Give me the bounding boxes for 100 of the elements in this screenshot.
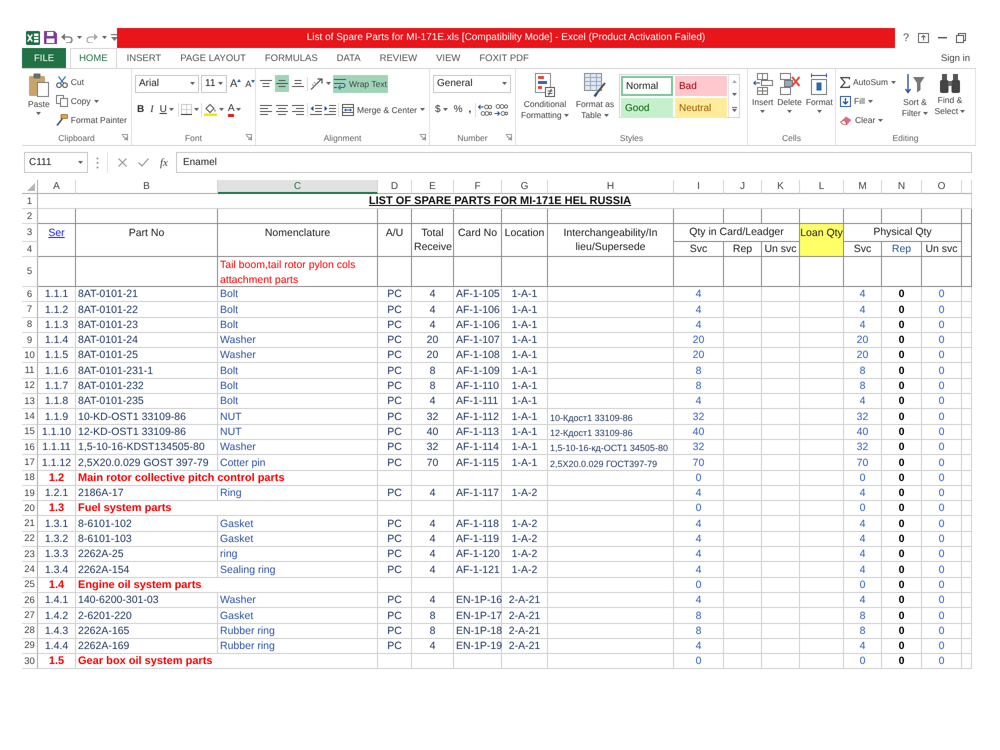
column-header[interactable]: O (922, 180, 962, 194)
file-tab[interactable]: FILE (22, 48, 66, 68)
borders-icon[interactable] (180, 104, 192, 115)
row-header[interactable]: 9 (22, 332, 38, 348)
ribbon-tab[interactable]: INSERT (118, 48, 170, 68)
row-header[interactable]: 30 (22, 654, 38, 670)
row-header[interactable]: 5 (22, 257, 38, 287)
spreadsheet-logo-icon[interactable] (26, 30, 40, 44)
ribbon-tab[interactable]: VIEW (427, 48, 470, 68)
format-as-table-button[interactable]: Format as Table (573, 72, 617, 131)
row-header[interactable]: 27 (22, 608, 38, 624)
sort-filter-button[interactable]: Sort & Filter (898, 72, 931, 131)
formula-field[interactable]: Enamel (176, 152, 972, 173)
row-header[interactable]: 25 (22, 578, 38, 593)
grow-font-button[interactable]: A (229, 78, 242, 90)
fill-color-icon[interactable] (204, 103, 217, 116)
ribbon-tab[interactable]: FORMULAS (256, 48, 327, 68)
column-header[interactable]: H (548, 180, 674, 194)
column-header[interactable]: D (378, 180, 412, 194)
row-header[interactable]: 28 (22, 624, 38, 639)
name-box[interactable]: C111 (24, 152, 88, 173)
row-header[interactable]: 24 (22, 562, 38, 578)
column-header[interactable]: I (674, 180, 724, 194)
autosum-button[interactable]: AutoSum (839, 73, 897, 91)
number-format-field[interactable]: General (433, 74, 511, 92)
row-header[interactable]: 22 (22, 532, 38, 548)
save-icon[interactable] (44, 31, 57, 44)
column-header[interactable]: F (454, 180, 502, 194)
cell-style-button[interactable]: Normal (621, 76, 673, 96)
clear-button[interactable]: Clear (839, 111, 897, 129)
decrease-decimal-icon[interactable] (494, 104, 508, 116)
italic-button[interactable]: I (148, 101, 156, 118)
find-select-button[interactable]: Find & Select (932, 72, 967, 131)
ribbon-tab[interactable]: PAGE LAYOUT (171, 48, 255, 68)
column-header[interactable]: L (800, 180, 844, 194)
row-header[interactable]: 8 (22, 318, 38, 333)
font-size-field[interactable]: 11 (201, 74, 227, 92)
column-header[interactable]: M (844, 180, 882, 194)
sign-in-link[interactable]: Sign in (940, 48, 976, 68)
text-angle-icon[interactable] (310, 78, 324, 90)
column-header[interactable]: N (882, 180, 922, 194)
cell-style-button[interactable]: Good (621, 98, 673, 118)
copy-button[interactable]: Copy (54, 92, 128, 110)
dialog-launcher-icon[interactable] (505, 134, 512, 141)
cell-style-button[interactable]: Neutral (675, 98, 727, 118)
format-button[interactable]: Format (804, 72, 834, 131)
comma-button[interactable]: , (466, 101, 474, 118)
row-header[interactable]: 3 (22, 224, 38, 242)
dialog-launcher-icon[interactable] (419, 134, 426, 141)
row-header[interactable]: 7 (22, 302, 38, 318)
row-header[interactable]: 29 (22, 638, 38, 654)
merge-center-button[interactable]: Merge & Center (341, 100, 426, 118)
percent-button[interactable]: % (452, 101, 464, 118)
more-styles-icon[interactable] (732, 106, 736, 112)
row-header[interactable]: 1 (22, 194, 38, 209)
row-header[interactable]: 6 (22, 287, 38, 302)
row-header[interactable]: 18 (22, 470, 38, 486)
conditional-formatting-button[interactable]: Conditional Formatting (519, 72, 571, 131)
ribbon-display-icon[interactable] (918, 32, 930, 42)
undo-icon[interactable] (61, 32, 73, 42)
insert-button[interactable]: Insert (751, 72, 774, 131)
column-header[interactable]: C (218, 180, 378, 194)
row-header[interactable]: 21 (22, 516, 38, 532)
dialog-launcher-icon[interactable] (121, 134, 128, 141)
row-header[interactable]: 17 (22, 455, 38, 471)
row-header[interactable]: 13 (22, 394, 38, 410)
row-header[interactable]: 19 (22, 486, 38, 502)
format-painter-button[interactable]: Format Painter (54, 111, 128, 129)
ribbon-tab[interactable]: FOXIT PDF (470, 48, 538, 68)
column-header[interactable]: E (412, 180, 454, 194)
row-header[interactable]: 16 (22, 440, 38, 456)
restore-icon[interactable] (956, 32, 966, 42)
row-header[interactable]: 26 (22, 592, 38, 608)
row-header[interactable]: 23 (22, 547, 38, 562)
row-header[interactable]: 15 (22, 424, 38, 440)
cut-button[interactable]: Cut (54, 73, 128, 91)
ribbon-tab[interactable]: REVIEW (370, 48, 426, 68)
fill-button[interactable]: Fill (839, 92, 897, 110)
font-color-button[interactable]: A (226, 101, 244, 118)
bold-button[interactable]: B (135, 101, 146, 118)
row-header[interactable]: 10 (22, 348, 38, 364)
column-header[interactable]: J (724, 180, 762, 194)
ribbon-tab[interactable]: DATA (328, 48, 370, 68)
cell-style-button[interactable]: Bad (675, 76, 727, 96)
decrease-indent-icon[interactable] (310, 104, 322, 114)
increase-indent-icon[interactable] (324, 104, 336, 114)
column-header[interactable]: A (38, 180, 76, 194)
row-header[interactable]: 12 (22, 378, 38, 394)
paste-button[interactable]: Paste (25, 72, 53, 131)
row-header[interactable]: 14 (22, 409, 38, 425)
wrap-text-button[interactable]: Wrap Text (333, 74, 388, 92)
check-icon[interactable] (138, 158, 149, 167)
cross-icon[interactable] (118, 158, 127, 167)
column-header[interactable]: B (76, 180, 218, 194)
column-header[interactable]: K (762, 180, 800, 194)
increase-decimal-icon[interactable] (478, 104, 492, 116)
ribbon-tab[interactable]: HOME (70, 48, 117, 68)
font-name-field[interactable]: Arial (135, 74, 199, 92)
currency-button[interactable]: $ (433, 101, 450, 118)
delete-button[interactable]: Delete (776, 72, 803, 131)
